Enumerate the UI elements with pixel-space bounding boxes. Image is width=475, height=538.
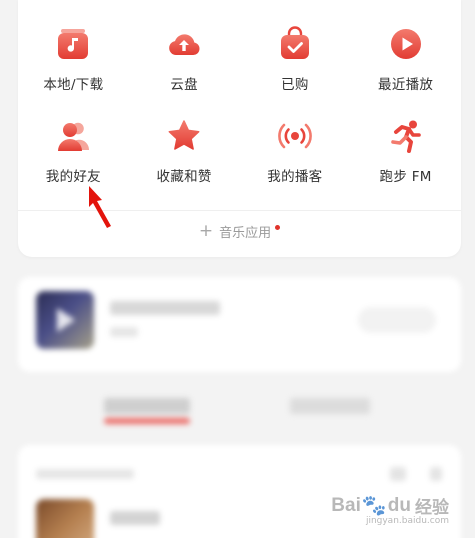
playlist-action-pill (358, 307, 436, 333)
my-friends-label: 我的好友 (45, 169, 101, 185)
annotation-arrow-icon (89, 186, 111, 228)
tab-created-placeholder (104, 398, 190, 414)
tab-indicator (104, 418, 190, 424)
watermark-brand2: du (387, 494, 411, 516)
local-download-button[interactable]: 本地/下载 (18, 26, 129, 118)
list-header-placeholder (36, 469, 134, 479)
shopping-bag-check-icon (280, 26, 309, 59)
paw-icon: 🐾 (361, 495, 387, 517)
watermark-jingyan: 经验 (415, 498, 449, 517)
favorites-likes-label: 收藏和赞 (156, 169, 212, 185)
watermark-url: jingyan.baidu.com (365, 516, 449, 526)
add-icon (390, 467, 406, 481)
music-apps-label: 音乐应用 (219, 226, 272, 241)
list-item-cover (36, 499, 94, 538)
running-icon (390, 120, 421, 153)
purchased-button[interactable]: 已购 (240, 26, 351, 118)
running-fm-button[interactable]: 跑步 FM (350, 118, 461, 210)
my-podcasts-button[interactable]: 我的播客 (240, 118, 351, 210)
purchased-label: 已购 (281, 77, 309, 93)
notification-dot (275, 224, 281, 230)
cloud-drive-button[interactable]: 云盘 (129, 26, 240, 118)
friends-icon (58, 122, 90, 151)
playlist-cover (36, 291, 94, 349)
playlist-title-placeholder (110, 301, 220, 315)
baidu-jingyan-watermark: Bai 🐾 du 经验 jingyan.baidu.com (331, 493, 449, 527)
cloud-upload-icon (169, 34, 200, 56)
cloud-drive-label: 云盘 (170, 77, 198, 93)
play-icon (57, 308, 75, 332)
playlist-subtitle-placeholder (110, 327, 138, 337)
playlist-card (18, 277, 461, 372)
list-item-name-placeholder (110, 511, 160, 525)
plus-icon: + (198, 221, 214, 241)
tab-collected-placeholder (290, 398, 370, 414)
favorites-likes-button[interactable]: 收藏和赞 (129, 118, 240, 210)
watermark-brand: Bai (331, 494, 361, 516)
watermark-logo: Bai 🐾 du 经验 (331, 493, 449, 518)
local-download-label: 本地/下载 (43, 77, 104, 93)
star-icon (168, 120, 200, 150)
recent-play-button[interactable]: 最近播放 (350, 26, 461, 118)
my-podcasts-label: 我的播客 (267, 169, 323, 185)
quick-actions-grid: 本地/下载 云盘 已购 最近播放 我的好友 收藏和赞 我的播客 跑步 FM (18, 26, 461, 210)
recent-play-label: 最近播放 (378, 77, 434, 93)
running-fm-label: 跑步 FM (379, 169, 432, 185)
broadcast-icon (278, 123, 312, 149)
music-note-folder-icon (58, 29, 89, 59)
play-circle-icon (390, 29, 421, 59)
more-icon (430, 467, 442, 481)
